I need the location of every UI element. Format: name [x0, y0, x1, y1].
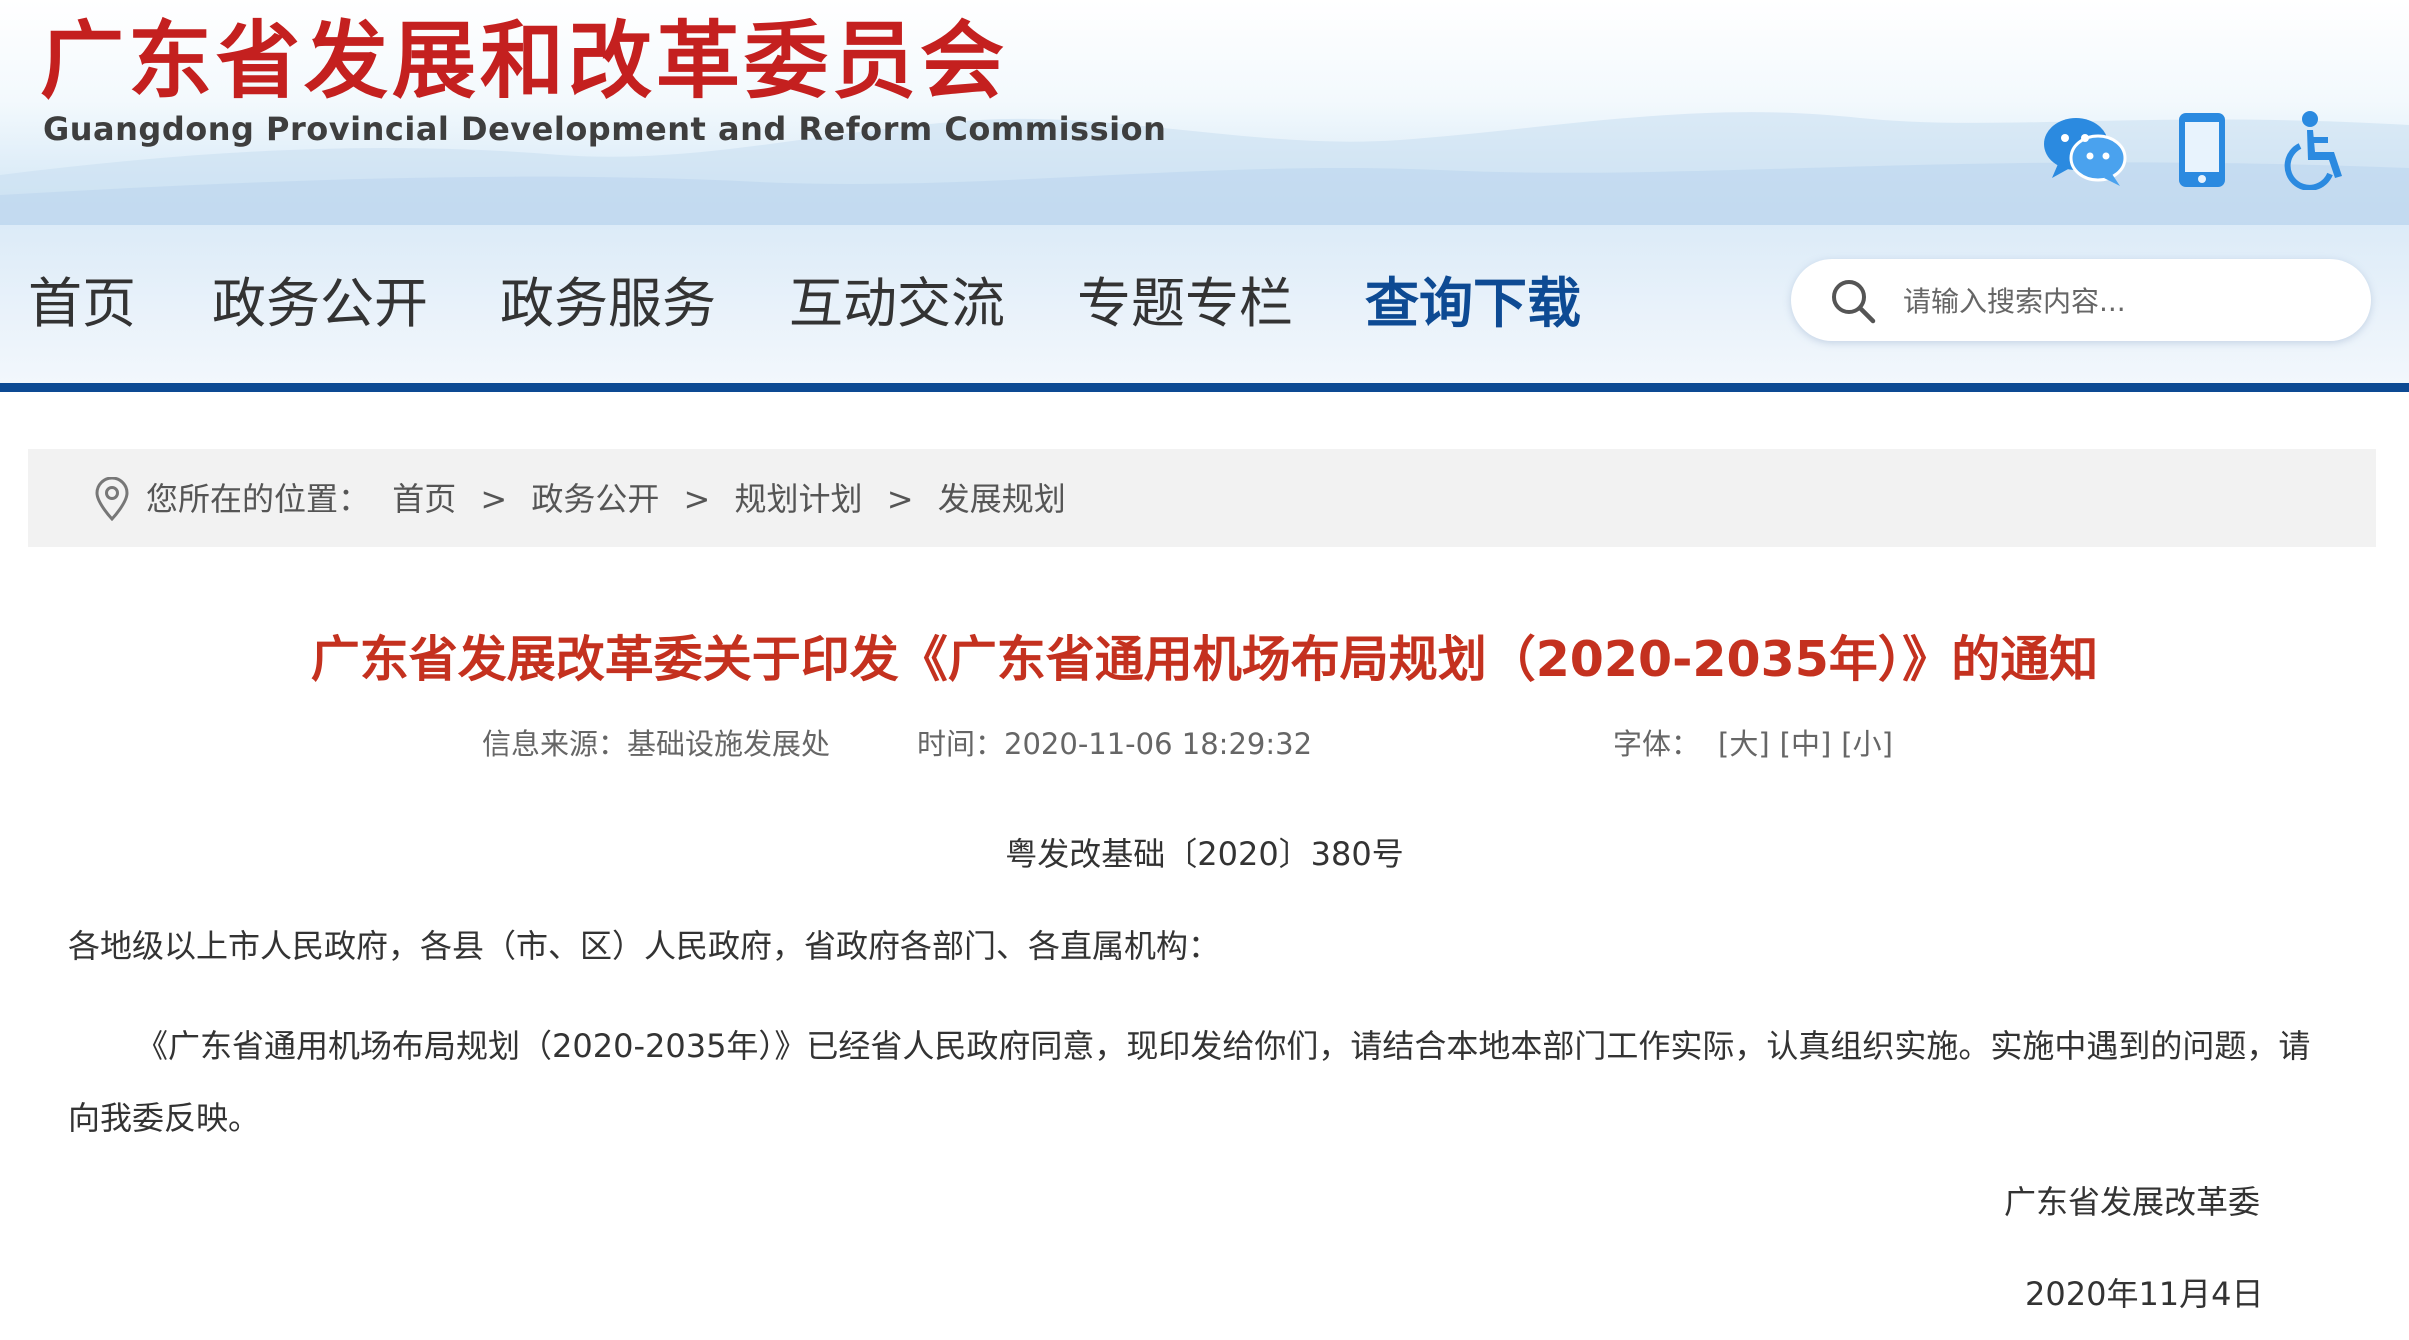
article-signature: 广东省发展改革委: [2004, 1183, 2261, 1221]
nav-item-interaction[interactable]: 互动交流: [789, 271, 1005, 337]
article-title: 广东省发展改革委关于印发《广东省通用机场布局规划（2020-2035年）》的通知: [310, 631, 2099, 688]
font-size-small-button[interactable]: [小]: [1841, 727, 1893, 761]
breadcrumb-separator: >: [480, 480, 508, 518]
time-value: 2020-11-06 18:29:32: [1004, 727, 1313, 761]
accessibility-icon[interactable]: [2280, 110, 2352, 190]
font-size-large-button[interactable]: [大]: [1718, 727, 1770, 761]
font-size-label: 字体：: [1613, 727, 1701, 761]
nav-item-gov-services[interactable]: 政务服务: [500, 271, 716, 337]
location-pin-icon: [95, 477, 129, 521]
breadcrumb-gov-affairs[interactable]: 政务公开: [531, 480, 659, 518]
breadcrumb-planning[interactable]: 规划计划: [735, 480, 863, 518]
search-box[interactable]: [1791, 259, 2371, 341]
article-body: 《广东省通用机场布局规划（2020-2035年）》已经省人民政府同意，现印发给你…: [68, 1027, 2311, 1137]
mobile-icon[interactable]: [2176, 110, 2228, 190]
breadcrumb-prefix: 您所在的位置：: [146, 480, 371, 518]
article-source: 信息来源：基础设施发展处: [482, 726, 830, 762]
source-label: 信息来源：: [482, 727, 628, 761]
nav-item-query-download[interactable]: 查询下载: [1365, 271, 1581, 337]
breadcrumb: 您所在的位置： 首页 > 政务公开 > 规划计划 > 发展规划: [28, 449, 2376, 547]
article-time: 时间：2020-11-06 18:29:32: [917, 726, 1312, 762]
source-value: 基础设施发展处: [627, 727, 831, 761]
nav-item-gov-affairs[interactable]: 政务公开: [212, 271, 428, 337]
header-banner: 广东省发展和改革委员会 Guangdong Provincial Develop…: [0, 0, 2409, 225]
time-label: 时间：: [917, 727, 1005, 761]
breadcrumb-development-plan[interactable]: 发展规划: [938, 480, 1066, 518]
search-icon[interactable]: [1829, 277, 1877, 325]
site-title: 广东省发展和改革委员会: [40, 12, 1009, 110]
font-size-controls: 字体： [大] [中] [小]: [1613, 726, 1903, 762]
breadcrumb-home[interactable]: 首页: [392, 480, 456, 518]
font-size-medium-button[interactable]: [中]: [1780, 727, 1832, 761]
article-date: 2020年11月4日: [2025, 1275, 2264, 1313]
breadcrumb-separator: >: [683, 480, 711, 518]
search-input[interactable]: [1901, 275, 2345, 327]
breadcrumb-trail: 您所在的位置： 首页 > 政务公开 > 规划计划 > 发展规划: [146, 479, 1078, 519]
site-subtitle: Guangdong Provincial Development and Ref…: [43, 110, 1167, 148]
nav-item-special-topics[interactable]: 专题专栏: [1077, 271, 1293, 337]
wechat-icon[interactable]: [2040, 110, 2130, 190]
document-number: 粤发改基础〔2020〕380号: [1005, 835, 1404, 873]
breadcrumb-separator: >: [886, 480, 914, 518]
article-salutation: 各地级以上市人民政府，各县（市、区）人民政府，省政府各部门、各直属机构：: [68, 927, 1221, 965]
nav-item-home[interactable]: 首页: [28, 271, 136, 337]
nav-bottom-border: [0, 383, 2409, 392]
